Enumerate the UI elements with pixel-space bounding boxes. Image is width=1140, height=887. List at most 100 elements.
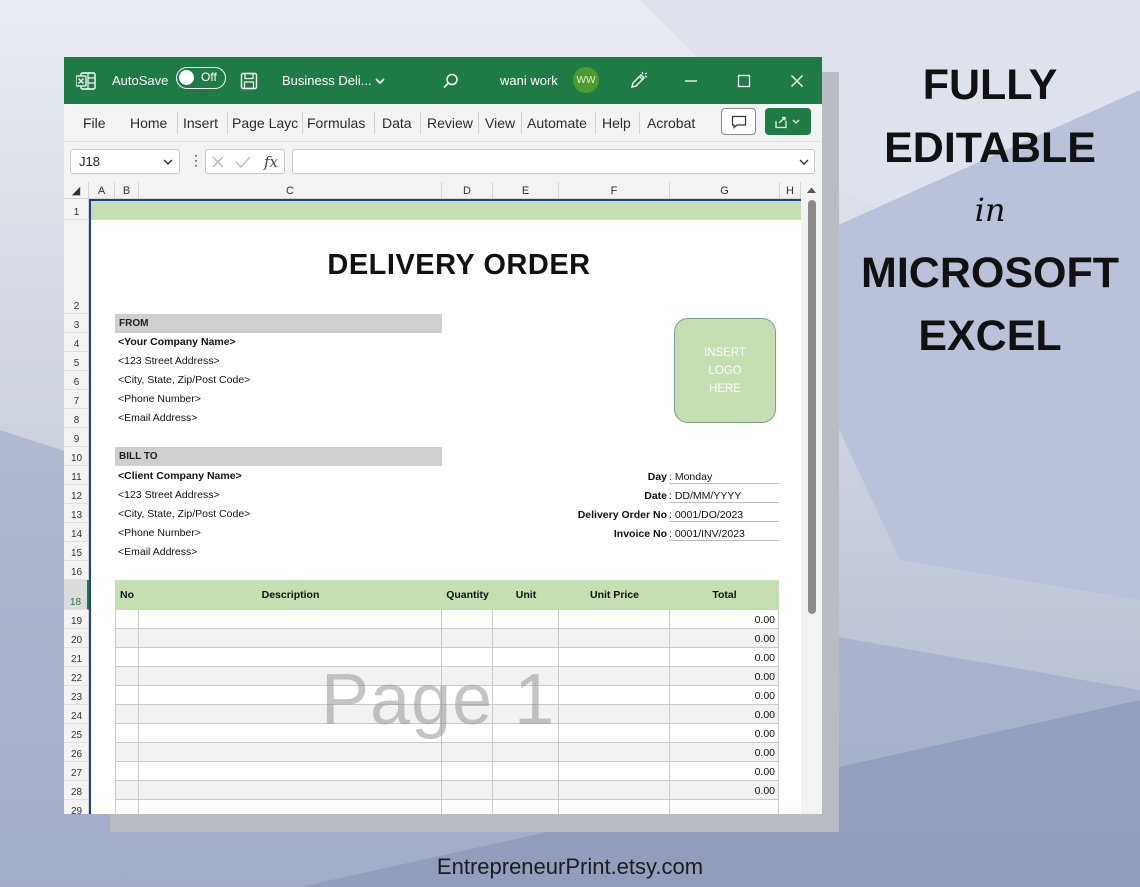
- row-header[interactable]: 15: [64, 542, 89, 561]
- chevron-down-icon[interactable]: [799, 158, 809, 166]
- row-header[interactable]: 20: [64, 629, 89, 648]
- column-header-unit: Unit: [515, 589, 537, 601]
- row-header[interactable]: 10: [64, 447, 89, 466]
- row-header[interactable]: 14: [64, 523, 89, 542]
- row-header[interactable]: 5: [64, 352, 89, 371]
- column-header[interactable]: D: [442, 182, 493, 199]
- tab-formulas[interactable]: Formulas: [307, 104, 365, 142]
- select-all-corner[interactable]: ◢: [64, 182, 89, 199]
- user-name[interactable]: wani work: [500, 57, 558, 104]
- comment-icon: [731, 115, 746, 129]
- row-header[interactable]: 19: [64, 610, 89, 629]
- row-header[interactable]: 27: [64, 762, 89, 781]
- autosave-state: Off: [201, 70, 217, 84]
- meta-value-date[interactable]: : DD/MM/YYYY: [669, 490, 779, 503]
- pen-icon[interactable]: [628, 57, 648, 104]
- table-row[interactable]: 0.00: [115, 629, 779, 648]
- row-total: 0.00: [754, 784, 775, 797]
- more-options-icon[interactable]: ⋮: [189, 152, 203, 169]
- tab-help[interactable]: Help: [602, 104, 631, 142]
- cancel-icon[interactable]: [211, 155, 225, 169]
- table-row[interactable]: 0.00: [115, 610, 779, 629]
- row-header[interactable]: 1: [64, 199, 89, 220]
- avatar[interactable]: WW: [573, 67, 599, 93]
- chevron-down-icon[interactable]: [374, 57, 386, 104]
- formula-input[interactable]: [292, 149, 815, 174]
- tab-data[interactable]: Data: [382, 104, 412, 142]
- column-header[interactable]: C: [139, 182, 442, 199]
- row-header[interactable]: 23: [64, 686, 89, 705]
- row-header[interactable]: 2: [64, 220, 89, 314]
- minimize-icon[interactable]: [684, 57, 698, 104]
- row-header[interactable]: 22: [64, 667, 89, 686]
- column-header[interactable]: G: [670, 182, 780, 199]
- enter-icon[interactable]: [235, 155, 251, 169]
- row-header[interactable]: 12: [64, 485, 89, 504]
- row-header[interactable]: 16: [64, 561, 89, 580]
- maximize-icon[interactable]: [737, 57, 751, 104]
- row-header-selected[interactable]: 18: [64, 580, 89, 610]
- save-icon[interactable]: [240, 57, 258, 104]
- tab-page-layout[interactable]: Page Layc: [232, 104, 298, 142]
- footer-site: EntrepreneurPrint.etsy.com: [436, 854, 704, 879]
- scroll-up-icon[interactable]: [806, 186, 817, 194]
- logo-placeholder[interactable]: INSERT LOGO HERE: [674, 318, 776, 423]
- logo-text: LOGO: [708, 364, 742, 377]
- column-header[interactable]: B: [115, 182, 139, 199]
- row-header[interactable]: 24: [64, 705, 89, 724]
- row-header[interactable]: 11: [64, 466, 89, 485]
- formula-controls: fx: [205, 149, 285, 174]
- column-header[interactable]: A: [89, 182, 115, 199]
- tab-automate[interactable]: Automate: [527, 104, 587, 142]
- tab-home[interactable]: Home: [130, 104, 167, 142]
- bill-to-line: <Phone Number>: [118, 527, 201, 539]
- scrollbar-thumb[interactable]: [808, 200, 816, 614]
- tab-acrobat[interactable]: Acrobat: [647, 104, 695, 142]
- comments-button[interactable]: [721, 108, 756, 135]
- name-box[interactable]: J18: [70, 149, 180, 174]
- insert-function-icon[interactable]: fx: [264, 153, 278, 171]
- row-header[interactable]: 6: [64, 371, 89, 390]
- row-total: 0.00: [754, 613, 775, 626]
- table-row[interactable]: 0.00: [115, 762, 779, 781]
- file-name[interactable]: Business Deli...: [282, 57, 372, 104]
- table-row[interactable]: 0.00: [115, 781, 779, 800]
- tab-separator: [478, 112, 479, 134]
- logo-text: HERE: [709, 382, 741, 395]
- row-header[interactable]: 8: [64, 409, 89, 428]
- row-header[interactable]: 3: [64, 314, 89, 333]
- row-header[interactable]: 9: [64, 428, 89, 447]
- column-header[interactable]: E: [493, 182, 559, 199]
- row-header[interactable]: 29: [64, 800, 89, 814]
- meta-value-day[interactable]: : Monday: [669, 471, 779, 484]
- row-header[interactable]: 21: [64, 648, 89, 667]
- from-line: <City, State, Zip/Post Code>: [118, 374, 251, 386]
- row-header[interactable]: 28: [64, 781, 89, 800]
- row-header[interactable]: 26: [64, 743, 89, 762]
- close-icon[interactable]: [790, 57, 804, 104]
- tab-review[interactable]: Review: [427, 104, 473, 142]
- column-header[interactable]: F: [559, 182, 670, 199]
- tab-insert[interactable]: Insert: [183, 104, 218, 142]
- row-header[interactable]: 4: [64, 333, 89, 352]
- row-headers: 1 2 3 4 5 6 7 8 9 10 11 12 13 14 15 16 1…: [64, 199, 89, 814]
- tab-file[interactable]: File: [83, 104, 106, 142]
- search-icon[interactable]: [442, 57, 460, 104]
- column-header[interactable]: H: [780, 182, 801, 199]
- row-header[interactable]: 13: [64, 504, 89, 523]
- table-row[interactable]: 0.00: [115, 743, 779, 762]
- row-header[interactable]: 7: [64, 390, 89, 409]
- tab-view[interactable]: View: [485, 104, 515, 142]
- vertical-scrollbar[interactable]: [801, 182, 822, 814]
- excel-logo-icon: [76, 57, 96, 104]
- worksheet[interactable]: DELIVERY ORDER FROM <Your Company Name> …: [89, 199, 801, 814]
- promo-line: EXCEL: [918, 312, 1062, 360]
- share-icon: [775, 116, 800, 128]
- row-header[interactable]: 25: [64, 724, 89, 743]
- meta-value-invoice-no[interactable]: : 0001/INV/2023: [669, 528, 779, 541]
- cell-reference: J18: [79, 154, 100, 169]
- table-row[interactable]: [115, 800, 779, 814]
- meta-value-delivery-order-no[interactable]: : 0001/DO/2023: [669, 509, 779, 522]
- share-button[interactable]: [765, 108, 811, 135]
- autosave-toggle[interactable]: Off: [176, 67, 226, 89]
